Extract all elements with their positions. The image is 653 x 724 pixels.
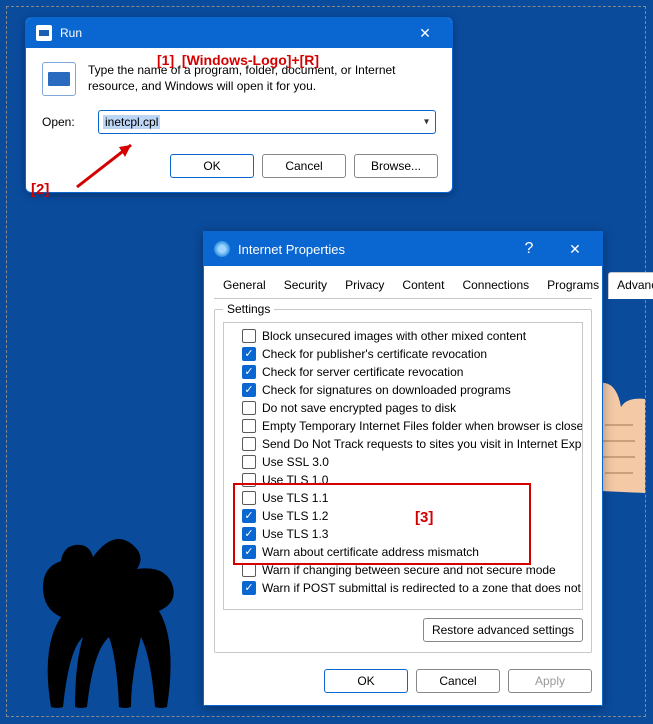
ip-button-row: OK Cancel Apply bbox=[204, 663, 602, 705]
setting-label: Use SSL 3.0 bbox=[262, 455, 329, 469]
tab-programs[interactable]: Programs bbox=[538, 272, 608, 299]
setting-row[interactable]: Warn about certificate address mismatch bbox=[242, 543, 582, 561]
setting-row[interactable]: Do not save encrypted pages to disk bbox=[242, 399, 582, 417]
run-program-icon bbox=[42, 62, 76, 96]
checkbox-icon[interactable] bbox=[242, 545, 256, 559]
setting-label: Use TLS 1.1 bbox=[262, 491, 328, 505]
decorative-silhouette bbox=[11, 457, 211, 713]
setting-row[interactable]: Check for signatures on downloaded progr… bbox=[242, 381, 582, 399]
annotation-1: [1] [Windows-Logo]+[R] bbox=[157, 52, 319, 68]
open-value: inetcpl.cpl bbox=[103, 115, 160, 129]
setting-row[interactable]: Warn if POST submittal is redirected to … bbox=[242, 579, 582, 597]
browse-button[interactable]: Browse... bbox=[354, 154, 438, 178]
cancel-button[interactable]: Cancel bbox=[416, 669, 500, 693]
setting-label: Use TLS 1.3 bbox=[262, 527, 328, 541]
setting-row[interactable]: Use TLS 1.1 bbox=[242, 489, 582, 507]
checkbox-icon[interactable] bbox=[242, 383, 256, 397]
tab-security[interactable]: Security bbox=[275, 272, 336, 299]
internet-properties-dialog: Internet Properties ? ✕ GeneralSecurityP… bbox=[203, 231, 603, 706]
close-icon[interactable]: ✕ bbox=[554, 241, 596, 258]
checkbox-icon[interactable] bbox=[242, 419, 256, 433]
tab-strip: GeneralSecurityPrivacyContentConnections… bbox=[214, 272, 592, 299]
setting-label: Check for server certificate revocation bbox=[262, 365, 463, 379]
annotation-3: [3] bbox=[415, 509, 433, 526]
setting-label: Do not save encrypted pages to disk bbox=[262, 401, 456, 415]
checkbox-icon[interactable] bbox=[242, 329, 256, 343]
setting-row[interactable]: Check for server certificate revocation bbox=[242, 363, 582, 381]
setting-label: Empty Temporary Internet Files folder wh… bbox=[262, 419, 583, 433]
setting-row[interactable]: Use TLS 1.2 bbox=[242, 507, 582, 525]
ip-title: Internet Properties bbox=[238, 242, 504, 257]
internet-icon bbox=[214, 241, 230, 257]
annotation-arrow bbox=[75, 139, 145, 189]
setting-label: Send Do Not Track requests to sites you … bbox=[262, 437, 583, 451]
setting-row[interactable]: Use SSL 3.0 bbox=[242, 453, 582, 471]
open-label: Open: bbox=[42, 115, 88, 129]
setting-row[interactable]: Use TLS 1.3 bbox=[242, 525, 582, 543]
close-icon[interactable]: ✕ bbox=[404, 25, 446, 42]
ip-body: GeneralSecurityPrivacyContentConnections… bbox=[204, 266, 602, 663]
run-app-icon bbox=[36, 25, 52, 41]
settings-legend: Settings bbox=[223, 302, 274, 316]
ip-titlebar[interactable]: Internet Properties ? ✕ bbox=[204, 232, 602, 266]
open-combobox[interactable]: inetcpl.cpl ▾ bbox=[98, 110, 436, 134]
apply-button[interactable]: Apply bbox=[508, 669, 592, 693]
setting-row[interactable]: Use TLS 1.0 bbox=[242, 471, 582, 489]
checkbox-icon[interactable] bbox=[242, 401, 256, 415]
run-title: Run bbox=[60, 26, 404, 40]
setting-label: Warn if POST submittal is redirected to … bbox=[262, 581, 583, 595]
tab-content[interactable]: Content bbox=[393, 272, 453, 299]
setting-label: Use TLS 1.2 bbox=[262, 509, 328, 523]
checkbox-icon[interactable] bbox=[242, 509, 256, 523]
ok-button[interactable]: OK bbox=[170, 154, 254, 178]
checkbox-icon[interactable] bbox=[242, 491, 256, 505]
checkbox-icon[interactable] bbox=[242, 563, 256, 577]
setting-row[interactable]: Block unsecured images with other mixed … bbox=[242, 327, 582, 345]
setting-row[interactable]: Empty Temporary Internet Files folder wh… bbox=[242, 417, 582, 435]
restore-advanced-button[interactable]: Restore advanced settings bbox=[423, 618, 583, 642]
setting-row[interactable]: Check for publisher's certificate revoca… bbox=[242, 345, 582, 363]
annotation-2: [2] bbox=[31, 181, 49, 198]
checkbox-icon[interactable] bbox=[242, 455, 256, 469]
setting-label: Check for signatures on downloaded progr… bbox=[262, 383, 511, 397]
checkbox-icon[interactable] bbox=[242, 527, 256, 541]
ok-button[interactable]: OK bbox=[324, 669, 408, 693]
tab-advanced[interactable]: Advanced bbox=[608, 272, 653, 299]
checkbox-icon[interactable] bbox=[242, 581, 256, 595]
checkbox-icon[interactable] bbox=[242, 347, 256, 361]
checkbox-icon[interactable] bbox=[242, 437, 256, 451]
help-icon[interactable]: ? bbox=[512, 240, 546, 258]
checkbox-icon[interactable] bbox=[242, 365, 256, 379]
setting-row[interactable]: Send Do Not Track requests to sites you … bbox=[242, 435, 582, 453]
setting-label: Check for publisher's certificate revoca… bbox=[262, 347, 487, 361]
setting-label: Block unsecured images with other mixed … bbox=[262, 329, 526, 343]
run-titlebar[interactable]: Run ✕ bbox=[26, 18, 452, 48]
setting-label: Warn if changing between secure and not … bbox=[262, 563, 556, 577]
canvas: Run ✕ Type the name of a program, folder… bbox=[6, 6, 646, 717]
setting-label: Warn about certificate address mismatch bbox=[262, 545, 479, 559]
setting-row[interactable]: Warn if changing between secure and not … bbox=[242, 561, 582, 579]
chevron-down-icon[interactable]: ▾ bbox=[424, 117, 429, 128]
tab-general[interactable]: General bbox=[214, 272, 275, 299]
settings-list[interactable]: Block unsecured images with other mixed … bbox=[223, 322, 583, 610]
checkbox-icon[interactable] bbox=[242, 473, 256, 487]
cancel-button[interactable]: Cancel bbox=[262, 154, 346, 178]
tab-connections[interactable]: Connections bbox=[453, 272, 538, 299]
tab-privacy[interactable]: Privacy bbox=[336, 272, 393, 299]
setting-label: Use TLS 1.0 bbox=[262, 473, 328, 487]
settings-group: Settings Block unsecured images with oth… bbox=[214, 309, 592, 653]
